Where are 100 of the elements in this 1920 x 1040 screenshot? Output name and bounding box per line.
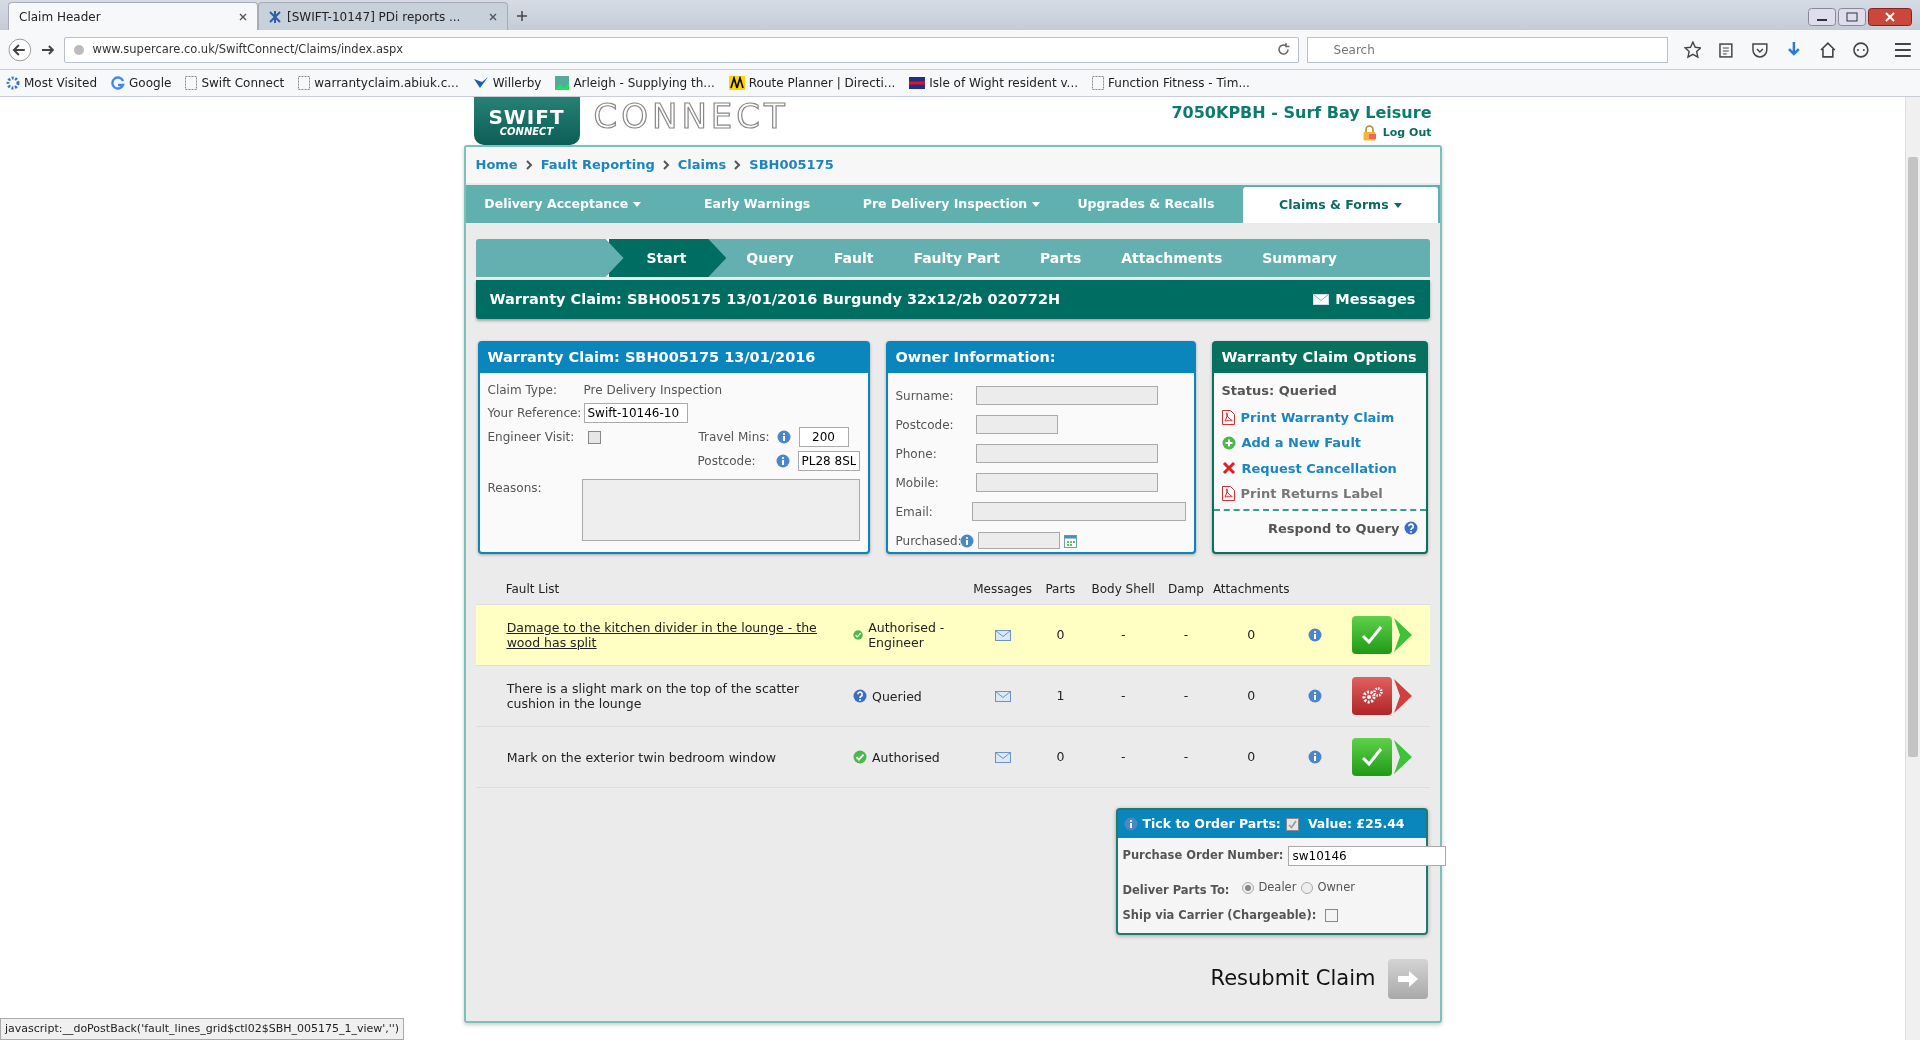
checkbox[interactable] <box>1285 817 1299 831</box>
close-icon[interactable] <box>1868 8 1912 26</box>
respond-link[interactable]: Respond to Query <box>1267 518 1400 538</box>
arrow-right-icon <box>1396 969 1419 988</box>
envelope-icon[interactable] <box>994 751 1011 763</box>
letter-g-icon[interactable] <box>111 76 126 90</box>
text-field[interactable] <box>975 473 1158 492</box>
messages-link[interactable]: Messages <box>1313 288 1416 311</box>
option-link[interactable]: Print Warranty Claim <box>1240 407 1395 427</box>
resubmit-button[interactable] <box>1387 958 1428 999</box>
reload-icon[interactable] <box>1276 43 1290 56</box>
page-icon[interactable] <box>298 76 311 90</box>
fault-link[interactable]: Mark on the exterior twin bedroom window <box>506 749 852 765</box>
radio-option[interactable]: Owner <box>1301 879 1355 897</box>
cross-icon <box>1221 461 1236 476</box>
table-cell: 0 <box>1037 604 1083 666</box>
fault-status: Authorised <box>872 749 940 765</box>
new-tab-icon[interactable] <box>516 10 528 22</box>
option-link[interactable]: Request Cancellation <box>1241 458 1397 478</box>
close-icon[interactable] <box>489 12 497 21</box>
home-icon[interactable] <box>1818 40 1837 59</box>
reasons-field[interactable] <box>581 479 860 541</box>
search-field[interactable]: Search <box>1306 36 1668 63</box>
table-cell: - <box>1083 726 1164 788</box>
column-header: Parts <box>1037 576 1083 605</box>
flag-icon[interactable] <box>909 77 926 89</box>
field-label: Email: <box>895 503 934 521</box>
star-icon[interactable] <box>1683 40 1702 59</box>
bookmark-link[interactable]: warrantyclaim.abiuk.c... <box>314 74 459 92</box>
address-bar[interactable]: www.supercare.co.uk/SwiftConnect/Claims/index.aspx <box>63 36 1299 63</box>
travel-field[interactable]: 200 <box>798 427 849 447</box>
close-icon[interactable] <box>239 12 247 21</box>
aa-logo-icon[interactable] <box>728 76 745 90</box>
breadcrumb-link[interactable]: Home <box>475 155 518 175</box>
chevron-right-icon[interactable] <box>1391 677 1414 715</box>
plus-circle-icon <box>1221 435 1236 450</box>
field-label: Purchase Order Number: <box>1122 847 1284 865</box>
envelope-icon[interactable] <box>994 629 1011 641</box>
wizard-step[interactable]: Start <box>605 239 727 277</box>
field-value: Pre Delivery Inspection <box>583 382 722 399</box>
breadcrumb-link[interactable]: Fault Reporting <box>540 155 655 175</box>
page-icon[interactable] <box>1092 76 1105 90</box>
chat-icon[interactable] <box>1852 40 1871 59</box>
calendar-icon[interactable] <box>1063 534 1077 548</box>
text-field[interactable] <box>975 444 1158 463</box>
bookmark-link[interactable]: Google <box>129 74 172 92</box>
option-link[interactable]: Add a New Fault <box>1241 433 1362 453</box>
column-header: Attachments <box>1208 576 1294 605</box>
page-icon[interactable] <box>185 76 198 90</box>
text-field[interactable] <box>972 502 1186 521</box>
claim-status: Status: Queried <box>1221 382 1338 400</box>
bookmark-link[interactable]: Most Visited <box>24 74 98 92</box>
bookmark-link[interactable]: Swift Connect <box>201 74 285 92</box>
pocket-icon[interactable] <box>1751 40 1769 59</box>
field-label: Postcode: <box>895 416 955 434</box>
checkbox[interactable] <box>587 430 601 444</box>
field-label: Mobile: <box>895 474 940 492</box>
date-field[interactable] <box>977 532 1060 549</box>
back-icon[interactable] <box>8 37 32 62</box>
fault-status: Queried <box>872 688 922 704</box>
fault-status: Authorised - Engineer <box>868 620 946 650</box>
field-label: Phone: <box>895 445 938 463</box>
table-cell: - <box>1163 665 1209 727</box>
gear-icon[interactable] <box>6 76 20 90</box>
text-field[interactable] <box>975 415 1058 434</box>
log-out-link[interactable]: Log Out <box>1382 124 1432 141</box>
radio-option[interactable]: Dealer <box>1242 879 1297 897</box>
check-circle-icon <box>853 628 864 642</box>
menu-icon[interactable] <box>1894 41 1912 58</box>
picture-icon[interactable] <box>555 76 570 90</box>
bird-icon[interactable] <box>472 76 489 90</box>
bookmark-link[interactable]: Willerby <box>492 74 542 92</box>
bookmark-link[interactable]: Isle of Wight resident v... <box>929 74 1079 92</box>
bookmark-link[interactable]: Function Fitness - Tim... <box>1108 74 1250 92</box>
checkmark-icon <box>1360 625 1383 645</box>
breadcrumb-link[interactable]: Claims <box>677 155 727 175</box>
bookmark-link[interactable]: Route Planner | Directi... <box>748 74 896 92</box>
breadcrumb-link[interactable]: SBH005175 <box>749 155 834 175</box>
text-field[interactable] <box>975 386 1158 405</box>
scrollbar[interactable] <box>1905 97 1920 1040</box>
envelope-icon[interactable] <box>994 690 1011 702</box>
browser-tab[interactable]: [SWIFT-10147] PDi reports ... <box>258 2 508 30</box>
approve-button[interactable] <box>1351 616 1392 654</box>
checkbox[interactable] <box>1325 909 1339 923</box>
brand-title: CONNECT <box>593 99 790 133</box>
settings-button[interactable] <box>1351 677 1392 715</box>
minimize-icon[interactable] <box>1808 8 1836 26</box>
fault-link[interactable]: There is a slight mark on the top of the scatter cushion in the lounge <box>506 681 852 711</box>
table-cell: - <box>1083 665 1164 727</box>
reference-field[interactable]: Swift-10146-10 <box>583 403 688 423</box>
chevron-right-icon[interactable] <box>1391 616 1414 654</box>
clipboard-icon[interactable] <box>1717 40 1736 59</box>
column-header: Damp <box>1163 576 1209 605</box>
po-number-field[interactable]: sw10146 <box>1288 846 1447 866</box>
chevron-right-icon[interactable] <box>1391 738 1414 776</box>
approve-button[interactable] <box>1351 738 1392 776</box>
nav-tab[interactable]: Claims & Forms <box>1243 187 1438 223</box>
browser-tab[interactable]: Claim Header <box>8 2 258 30</box>
bookmark-link[interactable]: Arleigh - Supplying th... <box>573 74 715 92</box>
postcode-field[interactable]: PL28 8SL <box>797 451 860 471</box>
